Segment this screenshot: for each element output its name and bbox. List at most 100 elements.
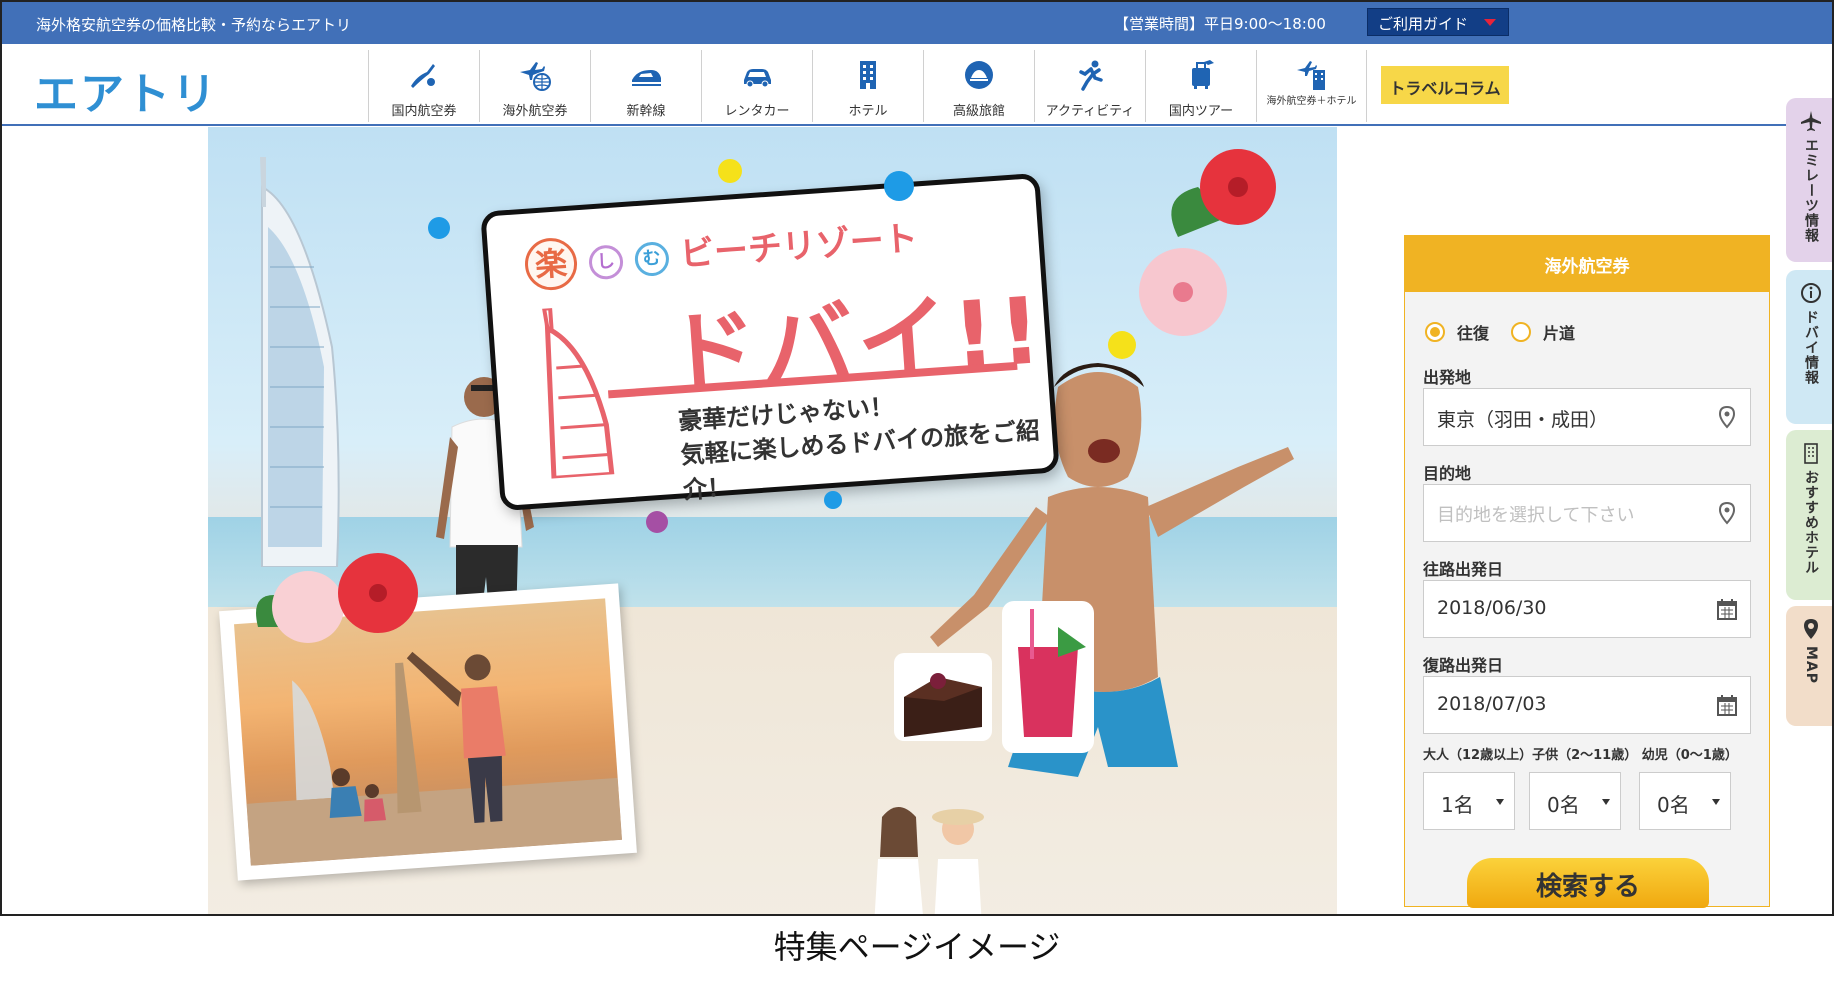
nav-label: レンタカー xyxy=(724,104,790,119)
shinkansen-icon xyxy=(632,70,661,86)
side-tab-label: おすすめホテル xyxy=(1803,470,1819,575)
pink-hibiscus-icon xyxy=(1139,248,1227,336)
destination-field[interactable]: 目的地を選択して下さい xyxy=(1423,484,1751,542)
infants-select[interactable]: 0名 xyxy=(1639,772,1731,830)
side-tab-dubai-info[interactable]: ドバイ情報 xyxy=(1786,270,1832,424)
caret-down-icon xyxy=(1602,799,1610,805)
return-date-field[interactable]: 2018/07/03 xyxy=(1423,676,1751,734)
nav-hotel[interactable]: ホテル xyxy=(812,50,923,122)
subtitle-mu: む xyxy=(633,240,670,277)
trip-type-group: 往復 片道 xyxy=(1425,320,1575,344)
decor-dot xyxy=(646,511,668,533)
main-nav: 国内航空券 海外航空券 新幹線 レンタカー ホテル 高級旅館 アクティビティ 国… xyxy=(368,50,1367,122)
browser-page: 海外格安航空券の価格比較・予約ならエアトリ 【営業時間】平日9:00～18:00… xyxy=(0,0,1834,916)
destination-placeholder: 目的地を選択して下さい xyxy=(1437,505,1635,526)
oneway-label: 片道 xyxy=(1543,324,1576,343)
subtitle-shi: し xyxy=(587,243,624,280)
usage-guide-button[interactable]: ご利用ガイド xyxy=(1367,8,1509,36)
map-pin-icon xyxy=(1718,501,1736,525)
usage-guide-label: ご利用ガイド xyxy=(1378,15,1469,33)
nav-label: 海外航空券＋ホテル xyxy=(1266,96,1357,107)
outbound-date-value: 2018/06/30 xyxy=(1437,597,1547,619)
return-date-value: 2018/07/03 xyxy=(1437,693,1547,715)
outbound-date-field[interactable]: 2018/06/30 xyxy=(1423,580,1751,638)
travelers-figure xyxy=(874,807,984,914)
caret-down-icon xyxy=(1712,799,1720,805)
nav-shinkansen[interactable]: 新幹線 xyxy=(590,50,701,122)
side-tab-label: MAP xyxy=(1803,646,1819,685)
airplane-icon xyxy=(1801,111,1821,131)
travel-column-button[interactable]: トラベルコラム xyxy=(1381,66,1509,104)
origin-value: 東京（羽田・成田） xyxy=(1437,409,1609,431)
children-value: 0名 xyxy=(1547,793,1580,817)
top-bar: 海外格安航空券の価格比較・予約ならエアトリ 【営業時間】平日9:00～18:00… xyxy=(2,2,1832,44)
outbound-date-label: 往路出発日 xyxy=(1423,560,1504,579)
nav-label: 新幹線 xyxy=(626,104,666,119)
search-button[interactable]: 検索する xyxy=(1467,858,1709,908)
passenger-label: 大人（12歳以上）子供（2～11歳） 幼児（0～1歳） xyxy=(1423,748,1738,763)
destination-label: 目的地 xyxy=(1423,464,1472,483)
activity-icon xyxy=(1079,60,1103,91)
nav-activity[interactable]: アクティビティ xyxy=(1034,50,1145,122)
nav-label: 高級旅館 xyxy=(952,104,1005,119)
infants-value: 0名 xyxy=(1657,793,1690,817)
calendar-icon xyxy=(1717,599,1737,620)
subtitle-raku: 楽 xyxy=(523,236,579,292)
side-tab-map[interactable]: MAP xyxy=(1786,606,1832,726)
international-flight-icon xyxy=(520,62,551,91)
nav-flight-plus-hotel[interactable]: 海外航空券＋ホテル xyxy=(1256,50,1367,122)
nav-rental-car[interactable]: レンタカー xyxy=(701,50,812,122)
nav-label: 国内ツアー xyxy=(1168,104,1234,119)
roundtrip-label: 往復 xyxy=(1457,324,1490,343)
rental-car-icon xyxy=(744,69,771,88)
hotel-icon xyxy=(860,61,876,89)
building-icon xyxy=(1804,443,1818,464)
caret-down-icon xyxy=(1484,19,1496,26)
caret-down-icon xyxy=(1496,799,1504,805)
site-header: エアトリ 国内航空券 海外航空券 新幹線 レンタカー ホテル 高級旅館 アクティ… xyxy=(2,44,1832,126)
flight-hotel-icon xyxy=(1296,61,1325,90)
feature-title-card: 楽 し む ビーチリゾート ドバイ!! 豪華だけじゃない！ 気軽に楽しめるドバイ… xyxy=(480,172,1060,512)
decor-dot xyxy=(884,171,914,201)
calendar-icon xyxy=(1717,695,1737,716)
side-tab-label: ドバイ情報 xyxy=(1803,310,1819,385)
map-pin-icon xyxy=(1804,619,1818,639)
search-panel-title: 海外航空券 xyxy=(1405,236,1769,292)
domestic-flight-icon xyxy=(411,64,435,88)
hibiscus-cluster-icon xyxy=(256,553,418,643)
origin-label: 出発地 xyxy=(1423,368,1472,387)
children-select[interactable]: 0名 xyxy=(1529,772,1621,830)
roundtrip-radio[interactable] xyxy=(1425,322,1445,342)
chocolate-cake-icon xyxy=(894,653,992,741)
decor-dot xyxy=(824,491,842,509)
watermelon-drink-icon xyxy=(1002,601,1094,753)
nav-label: 海外航空券 xyxy=(502,104,568,119)
domestic-tour-icon xyxy=(1192,60,1214,89)
map-pin-icon xyxy=(1718,405,1736,429)
return-date-label: 復路出発日 xyxy=(1423,656,1504,675)
nav-international-flight[interactable]: 海外航空券 xyxy=(479,50,590,122)
burj-al-arab-illustration xyxy=(260,157,340,567)
adults-value: 1名 xyxy=(1441,793,1474,817)
adults-select[interactable]: 1名 xyxy=(1423,772,1515,830)
decor-dot xyxy=(718,159,742,183)
figure-caption: 特集ページイメージ xyxy=(773,928,1061,966)
side-tab-recommended-hotels[interactable]: おすすめホテル xyxy=(1786,430,1832,600)
business-hours: 【営業時間】平日9:00～18:00 xyxy=(1114,15,1326,33)
nav-luxury-inn[interactable]: 高級旅館 xyxy=(923,50,1034,122)
origin-field[interactable]: 東京（羽田・成田） xyxy=(1423,388,1751,446)
oneway-radio[interactable] xyxy=(1511,322,1532,342)
nav-domestic-tour[interactable]: 国内ツアー xyxy=(1145,50,1256,122)
nav-domestic-flight[interactable]: 国内航空券 xyxy=(368,50,479,122)
nav-label: ホテル xyxy=(848,104,888,119)
flight-search-panel: 海外航空券 往復 片道 出発地 東京（羽田・成田） 目的地 目的地を選択して下さ… xyxy=(1404,235,1770,908)
side-tab-label: エミレーツ情報 xyxy=(1803,138,1819,243)
site-logo[interactable]: エアトリ xyxy=(34,58,218,122)
site-tagline: 海外格安航空券の価格比較・予約ならエアトリ xyxy=(36,16,352,34)
nav-label: 国内航空券 xyxy=(391,104,457,119)
decor-dot xyxy=(428,217,450,239)
hero-banner[interactable]: 楽 し む ビーチリゾート ドバイ!! 豪華だけじゃない！ 気軽に楽しめるドバイ… xyxy=(208,127,1337,914)
info-icon xyxy=(1801,283,1821,303)
luxury-inn-icon xyxy=(965,61,993,89)
side-tab-emirates[interactable]: エミレーツ情報 xyxy=(1786,98,1832,262)
